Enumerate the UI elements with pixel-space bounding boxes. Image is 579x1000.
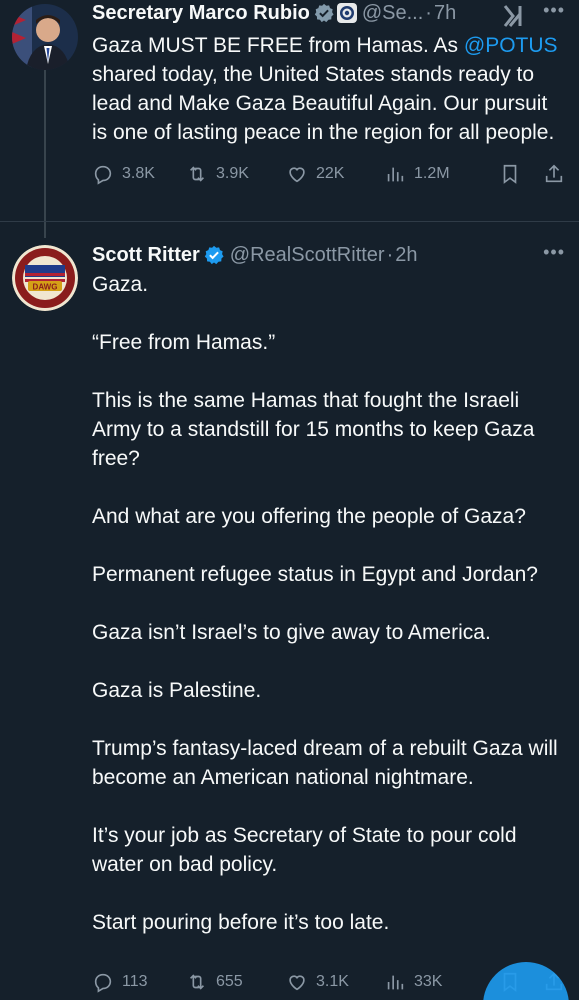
views-button[interactable]: 1.2M: [384, 163, 480, 185]
timestamp[interactable]: 2h: [395, 244, 417, 267]
verified-icon: [314, 3, 334, 23]
tweet-paragraph: Gaza isn’t Israel’s to give away to Amer…: [92, 621, 491, 644]
tweet-header: Secretary Marco Rubio @Se... · 7h: [92, 0, 565, 26]
reply-icon: [94, 165, 112, 185]
tweet-paragraph: And what are you offering the people of …: [92, 505, 526, 528]
tweet-paragraph: This is the same Hamas that fought the I…: [92, 389, 535, 470]
reply-button[interactable]: 3.8K: [92, 163, 186, 185]
reply-count: 3.8K: [122, 165, 155, 182]
reply-count: 113: [122, 973, 148, 990]
tweet-paragraph: Permanent refugee status in Egypt and Jo…: [92, 563, 538, 586]
share-icon[interactable]: [543, 163, 565, 185]
tweet-header: Scott Ritter @RealScottRitter · 2h: [92, 242, 565, 268]
divider: [0, 221, 579, 222]
repost-icon: [189, 166, 205, 182]
tweet-text-part: shared today, the United States stands r…: [92, 63, 555, 144]
tweet-paragraph: “Free from Hamas.”: [92, 331, 276, 354]
grok-icon[interactable]: [499, 2, 527, 30]
tweet-paragraph: Start pouring before it’s too late.: [92, 911, 390, 934]
repost-button[interactable]: 3.9K: [186, 163, 286, 185]
author-handle[interactable]: @Se...: [362, 2, 423, 25]
tweet-paragraph: Gaza is Palestine.: [92, 679, 262, 702]
tweet-text-part: Gaza MUST BE FREE from Hamas. As: [92, 34, 464, 57]
views-icon: [387, 167, 404, 182]
like-icon: [289, 975, 305, 991]
bookmark-icon[interactable]: [499, 163, 521, 185]
tweet-text: Gaza MUST BE FREE from Hamas. As @POTUS …: [92, 31, 565, 147]
repost-count: 3.9K: [216, 165, 249, 182]
views-button[interactable]: 33K: [384, 971, 480, 993]
reply-icon: [94, 973, 112, 993]
tweet-paragraph: Trump’s fantasy-laced dream of a rebuilt…: [92, 737, 558, 789]
like-icon: [289, 167, 305, 183]
like-count: 22K: [316, 165, 345, 182]
separator-dot: ·: [386, 243, 394, 266]
tweet-paragraph: Gaza.: [92, 273, 149, 296]
reply-button[interactable]: 113: [92, 971, 186, 993]
more-icon[interactable]: •••: [543, 242, 565, 263]
repost-icon: [189, 974, 205, 990]
verified-icon: [204, 245, 224, 265]
views-icon: [387, 975, 404, 990]
like-button[interactable]: 3.1K: [286, 971, 384, 993]
author-handle[interactable]: @RealScottRitter: [230, 244, 385, 267]
view-count: 1.2M: [414, 165, 450, 182]
tweet-ritter[interactable]: Scott Ritter @RealScottRitter · 2h ••• G…: [0, 242, 579, 937]
separator-dot: ·: [425, 1, 432, 24]
author-name[interactable]: Secretary Marco Rubio: [92, 2, 310, 25]
more-icon[interactable]: •••: [543, 0, 565, 21]
timestamp[interactable]: 7h: [434, 2, 456, 25]
like-count: 3.1K: [316, 973, 349, 990]
like-button[interactable]: 22K: [286, 163, 384, 185]
author-name[interactable]: Scott Ritter: [92, 244, 200, 267]
tweet-rubio[interactable]: Secretary Marco Rubio @Se... · 7h ••• Ga…: [0, 0, 579, 189]
tweet-text: Gaza. “Free from Hamas.” This is the sam…: [92, 270, 565, 937]
view-count: 33K: [414, 973, 443, 990]
mention-link[interactable]: @POTUS: [464, 34, 558, 57]
end-actions: [499, 163, 565, 185]
repost-button[interactable]: 655: [186, 971, 286, 993]
tweet-actions: 3.8K 3.9K 22K 1.2M: [92, 159, 565, 189]
tweet-paragraph: It’s your job as Secretary of State to p…: [92, 824, 517, 876]
timeline: Secretary Marco Rubio @Se... · 7h ••• Ga…: [0, 0, 579, 1000]
repost-count: 655: [216, 973, 243, 990]
org-badge-icon: [336, 3, 357, 23]
